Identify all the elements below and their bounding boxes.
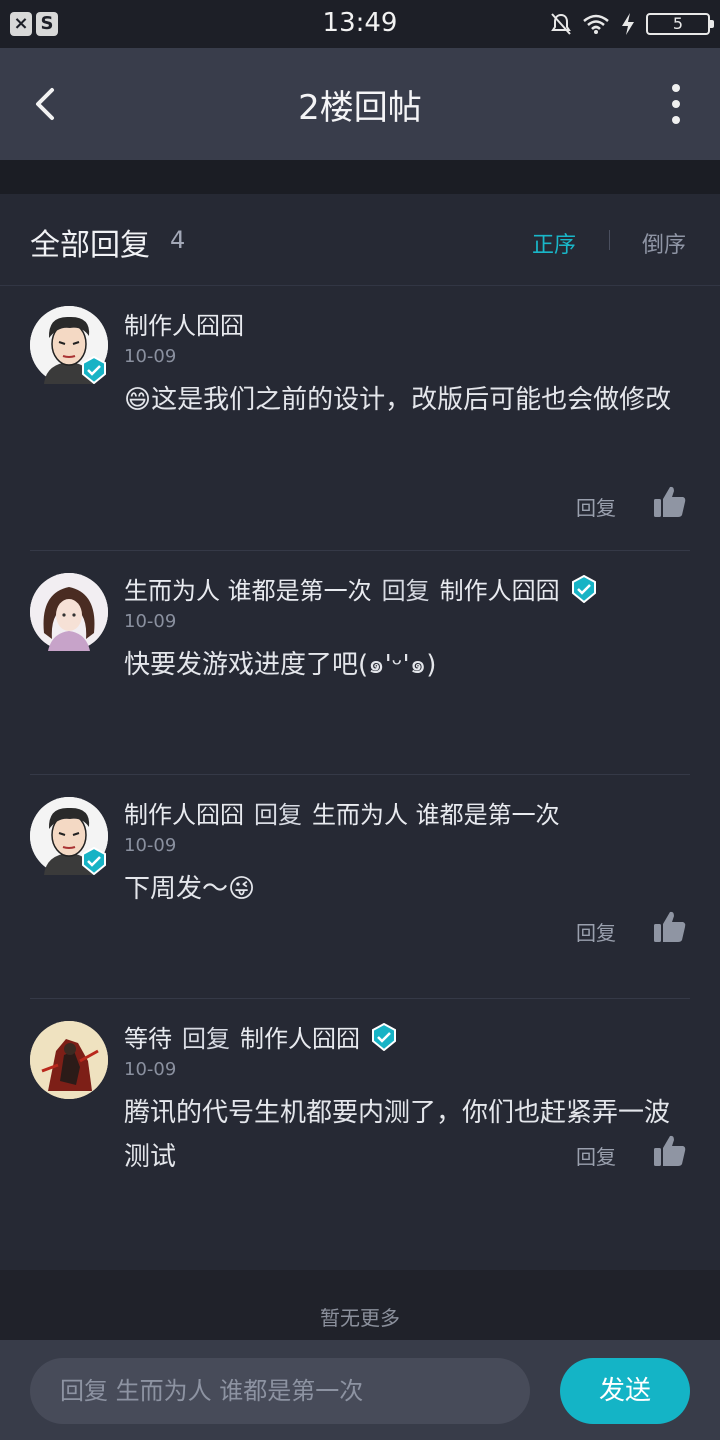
author-name[interactable]: 制作人囧囧: [124, 795, 244, 830]
reply-input[interactable]: [30, 1358, 530, 1424]
more-vertical-icon[interactable]: [668, 84, 684, 124]
sort-ascending-tab[interactable]: 正序: [532, 227, 576, 259]
section-gap: [0, 160, 720, 194]
reply-text: 腾讯的代号生机都要内测了，你们也赶紧弄一波测试: [124, 1098, 671, 1172]
reply-date: 10-09: [124, 835, 177, 856]
avatar[interactable]: [30, 573, 108, 651]
reply-author-line: 制作人囧囧 回复 生而为人 谁都是第一次: [124, 795, 560, 830]
status-icons: 5: [550, 10, 714, 38]
reply-author-line: 生而为人 谁都是第一次 回复 制作人囧囧: [124, 571, 598, 606]
tongue-emoji: 😜: [228, 874, 256, 904]
charging-bolt-icon: [622, 13, 634, 35]
grin-emoji: 😄: [124, 385, 152, 415]
avatar[interactable]: [30, 1021, 108, 1099]
author-name[interactable]: 等待: [124, 1019, 172, 1054]
verified-badge-icon: [82, 847, 106, 875]
reply-item: 制作人囧囧 回复 生而为人 谁都是第一次 10-09 下周发～😜 回复: [0, 775, 720, 1169]
avatar-warrior-icon: [30, 1021, 108, 1099]
reply-target-name[interactable]: 制作人囧囧: [440, 571, 560, 606]
reply-date: 10-09: [124, 1059, 177, 1080]
all-replies-title: 全部回复: [30, 228, 150, 263]
mute-bell-icon: [551, 13, 571, 35]
nav-bar: 2楼回帖: [0, 48, 720, 160]
reply-text: 下周发～😜: [124, 874, 256, 904]
author-name[interactable]: 制作人囧囧: [124, 306, 244, 341]
author-name[interactable]: 生而为人 谁都是第一次: [124, 571, 372, 606]
verified-badge-icon: [571, 574, 596, 603]
reply-item: 制作人囧囧 10-09 😄这是我们之前的设计，改版后可能也会做修改 回复: [0, 286, 720, 550]
reply-composer: 发送: [0, 1340, 720, 1440]
sort-descending-tab[interactable]: 倒序: [642, 227, 686, 259]
reply-author-line: 等待 回复 制作人囧囧: [124, 1019, 398, 1054]
verified-badge-icon: [372, 1022, 396, 1051]
reply-date: 10-09: [124, 346, 177, 367]
reply-to-label: 回复: [254, 801, 302, 829]
reply-text: 快要发游戏进度了吧(๑'ᵕ'๑): [124, 650, 437, 680]
verified-badge-icon: [82, 356, 106, 384]
reply-author-line: 制作人囧囧: [124, 306, 244, 341]
sort-divider: [609, 230, 610, 250]
status-bar: × S 13:49 5: [0, 0, 720, 48]
reply-item: 生而为人 谁都是第一次 回复 制作人囧囧 10-09 快要发游戏进度了吧(๑'ᵕ…: [0, 551, 720, 945]
reply-item: 等待 回复 制作人囧囧 10-09 腾讯的代号生机都要内测了，你们也赶紧弄一波测…: [0, 999, 720, 1436]
battery-icon: 5: [646, 13, 714, 35]
wifi-icon: [583, 14, 609, 34]
reply-count: 4: [170, 226, 186, 254]
no-more-text: 暂无更多: [320, 1306, 400, 1330]
list-header: 全部回复 4 正序 倒序: [0, 194, 720, 286]
page-title: 2楼回帖: [298, 88, 422, 128]
reply-to-label: 回复: [381, 577, 430, 605]
reply-date: 10-09: [124, 611, 177, 632]
reply-target-name[interactable]: 生而为人 谁都是第一次: [312, 795, 560, 830]
thumbs-up-icon[interactable]: [652, 484, 688, 520]
reply-target-name[interactable]: 制作人囧囧: [240, 1019, 360, 1054]
reply-to-label: 回复: [182, 1025, 230, 1053]
reply-button[interactable]: 回复: [576, 492, 616, 521]
send-button[interactable]: 发送: [560, 1358, 690, 1424]
reply-list: 全部回复 4 正序 倒序 制作人囧囧 10-09 😄这是我们之前的设计，改版后可…: [0, 194, 720, 1436]
avatar-girl-icon: [30, 573, 108, 651]
reply-text: 😄这是我们之前的设计，改版后可能也会做修改: [124, 385, 672, 415]
